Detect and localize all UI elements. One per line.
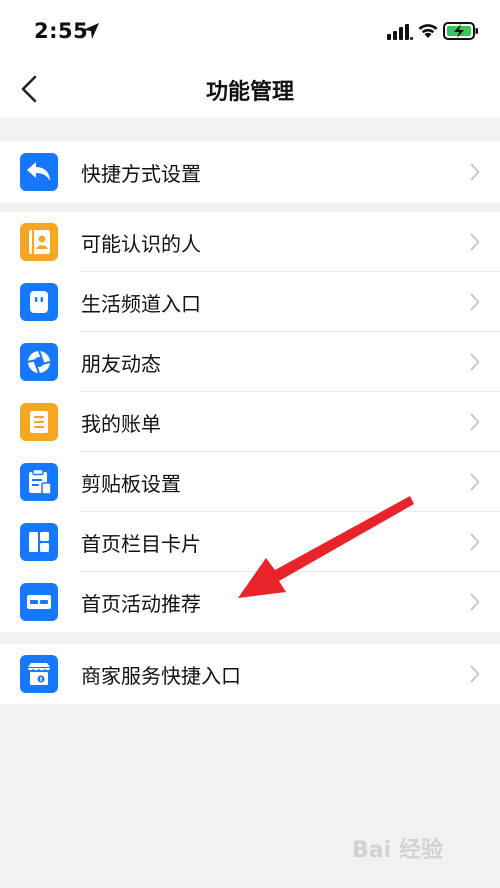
contact-card-icon [20, 223, 58, 261]
cards-icon [20, 523, 58, 561]
shutter-icon [20, 343, 58, 381]
row-label: 朋友动态 [81, 352, 161, 376]
chevron-right-icon [470, 665, 480, 683]
bill-icon [20, 403, 58, 441]
chevron-right-icon [470, 233, 480, 251]
life-channel-icon [20, 283, 58, 321]
location-arrow-icon [83, 23, 99, 39]
page-title: 功能管理 [205, 80, 294, 105]
row-shortcut-settings[interactable]: 快捷方式设置 [0, 142, 500, 202]
chevron-right-icon [470, 593, 480, 611]
watermark-text: Bai 经验 [352, 838, 443, 863]
chevron-right-icon [470, 293, 480, 311]
merchant-store-icon [20, 655, 58, 693]
row-people-you-may-know[interactable]: 可能认识的人 [0, 212, 500, 272]
row-label: 剪贴板设置 [81, 472, 181, 496]
wifi-icon [418, 24, 438, 38]
chevron-right-icon [470, 413, 480, 431]
row-label: 可能认识的人 [81, 232, 201, 256]
status-bar: 2:55 [0, 0, 500, 60]
chevron-right-icon [470, 533, 480, 551]
battery-charging-icon [443, 22, 478, 40]
row-label: 首页活动推荐 [81, 592, 201, 616]
row-label: 首页栏目卡片 [81, 532, 201, 556]
row-label: 商家服务快捷入口 [81, 664, 241, 688]
row-home-activity-recommend[interactable]: 首页活动推荐 [0, 572, 500, 632]
row-friend-updates[interactable]: 朋友动态 [0, 332, 500, 392]
settings-group-1: 快捷方式设置 [0, 142, 500, 202]
baidu-watermark: Bai 经验 [352, 828, 472, 864]
chevron-right-icon [470, 473, 480, 491]
row-my-bills[interactable]: 我的账单 [0, 392, 500, 452]
chevron-right-icon [470, 163, 480, 181]
row-label: 生活频道入口 [81, 292, 201, 316]
row-clipboard-settings[interactable]: 剪贴板设置 [0, 452, 500, 512]
clipboard-icon [20, 463, 58, 501]
nav-bar: 功能管理 [0, 60, 500, 118]
signal-icon [387, 24, 413, 40]
row-label: 快捷方式设置 [81, 162, 201, 186]
row-life-channel-entry[interactable]: 生活频道入口 [0, 272, 500, 332]
shortcut-reply-icon [20, 153, 58, 191]
promo-card-icon [20, 583, 58, 621]
settings-group-3: 商家服务快捷入口 [0, 644, 500, 704]
settings-group-2: 可能认识的人 生活频道入口 朋友动态 我的账单 剪贴板设置 首页栏目卡片 首页活… [0, 212, 500, 632]
row-home-column-cards[interactable]: 首页栏目卡片 [0, 512, 500, 572]
row-merchant-service-shortcut[interactable]: 商家服务快捷入口 [0, 644, 500, 704]
chevron-right-icon [470, 353, 480, 371]
row-label: 我的账单 [81, 412, 161, 436]
status-time: 2:55 [34, 19, 89, 43]
